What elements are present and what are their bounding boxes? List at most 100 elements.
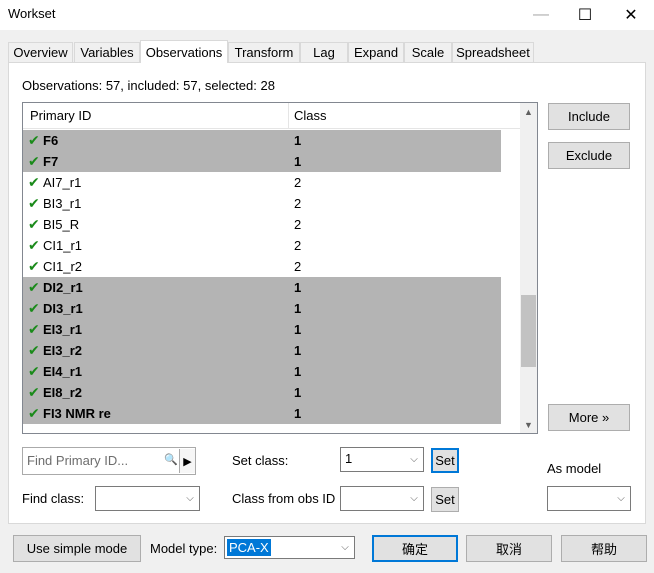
cancel-button[interactable]: 取消	[466, 535, 552, 562]
row-class: 2	[294, 238, 302, 253]
list-row[interactable]: ✔ EI3_r2 1	[23, 340, 501, 361]
list-row[interactable]: ✔ AI7_r1 2	[23, 172, 501, 193]
row-class: 1	[294, 406, 302, 421]
included-check-icon: ✔	[28, 237, 40, 253]
set-class-value: 1	[345, 451, 353, 466]
included-check-icon: ✔	[28, 174, 40, 190]
more-button[interactable]: More »	[548, 404, 630, 431]
go-arrow-icon[interactable]: ▶	[179, 449, 195, 473]
chevron-down-icon[interactable]: ⌵	[181, 487, 199, 510]
find-class-combo[interactable]: ⌵	[95, 486, 200, 511]
tab-expand[interactable]: Expand	[348, 42, 404, 62]
column-divider[interactable]	[288, 103, 289, 128]
row-class: 2	[294, 196, 302, 211]
tab-spreadsheet[interactable]: Spreadsheet	[452, 42, 534, 62]
tab-transform[interactable]: Transform	[228, 42, 300, 62]
as-model-label: As model	[547, 461, 602, 476]
observation-list[interactable]: Primary ID Class ✔ F6 1 ✔ F7 1 ✔ AI7_r1 2 ✔ BI3_r1…	[22, 102, 538, 434]
list-row[interactable]: ✔ DI2_r1 1	[23, 277, 501, 298]
scroll-up-icon[interactable]: ▲	[520, 103, 537, 120]
tab-overview[interactable]: Overview	[8, 42, 73, 62]
model-type-label: Model type:	[150, 541, 218, 556]
as-model-combo[interactable]: ⌵	[547, 486, 631, 511]
scrollbar-thumb[interactable]	[521, 294, 536, 367]
row-primary-id: AI7_r1	[43, 175, 82, 190]
tab-observations[interactable]: Observations	[140, 40, 228, 63]
included-check-icon: ✔	[28, 363, 40, 379]
row-primary-id: FI3 NMR re	[43, 406, 111, 421]
row-class: 2	[294, 259, 302, 274]
included-check-icon: ✔	[28, 258, 40, 274]
included-check-icon: ✔	[28, 195, 40, 211]
chevron-down-icon[interactable]: ⌵	[612, 487, 630, 510]
observations-summary: Observations: 57, included: 57, selected…	[22, 78, 275, 93]
set-class-label: Set class:	[232, 453, 289, 468]
row-class: 2	[294, 175, 302, 190]
close-icon[interactable]: ✕	[608, 0, 654, 30]
minimize-icon[interactable]: —	[518, 0, 564, 30]
column-header-class[interactable]: Class	[294, 108, 327, 123]
list-row[interactable]: ✔ CI1_r2 2	[23, 256, 501, 277]
included-check-icon: ✔	[28, 384, 40, 400]
list-row[interactable]: ✔ EI4_r1 1	[23, 361, 501, 382]
included-check-icon: ✔	[28, 300, 40, 316]
class-from-obs-set-button[interactable]: Set	[431, 487, 459, 512]
model-type-combo[interactable]: PCA-X ⌵	[224, 536, 355, 559]
row-class: 1	[294, 133, 302, 148]
included-check-icon: ✔	[28, 216, 40, 232]
row-primary-id: F7	[43, 154, 59, 169]
row-primary-id: EI3_r2	[43, 343, 83, 358]
find-primary-id-input[interactable]: Find Primary ID...	[27, 453, 128, 468]
find-primary-id-box[interactable]: Find Primary ID... 🔍 ▶	[22, 447, 196, 475]
list-row[interactable]: ✔ DI3_r1 1	[23, 298, 501, 319]
column-header-primary-id[interactable]: Primary ID	[30, 108, 91, 123]
row-class: 1	[294, 364, 302, 379]
row-primary-id: CI1_r2	[43, 259, 83, 274]
chevron-down-icon[interactable]: ⌵	[405, 448, 423, 471]
row-primary-id: BI3_r1	[43, 196, 82, 211]
included-check-icon: ✔	[28, 321, 40, 337]
class-from-obs-combo[interactable]: ⌵	[340, 486, 424, 511]
tab-lag[interactable]: Lag	[300, 42, 348, 62]
tab-bar: Overview Variables Observations Transfor…	[8, 40, 648, 63]
list-row[interactable]: ✔ FI3 NMR re 1	[23, 403, 501, 424]
list-row[interactable]: ✔ BI5_R 2	[23, 214, 501, 235]
maximize-icon[interactable]: ☐	[562, 0, 608, 30]
find-class-label: Find class:	[22, 491, 85, 506]
row-class: 1	[294, 343, 302, 358]
class-from-obs-label: Class from obs ID	[232, 491, 336, 506]
included-check-icon: ✔	[28, 132, 40, 148]
list-row[interactable]: ✔ BI3_r1 2	[23, 193, 501, 214]
included-check-icon: ✔	[28, 342, 40, 358]
tab-variables[interactable]: Variables	[74, 42, 140, 62]
list-row[interactable]: ✔ CI1_r1 2	[23, 235, 501, 256]
ok-button[interactable]: 确定	[372, 535, 458, 562]
included-check-icon: ✔	[28, 405, 40, 421]
search-icon[interactable]: 🔍	[164, 453, 178, 466]
set-class-button[interactable]: Set	[431, 448, 459, 473]
tab-scale[interactable]: Scale	[404, 42, 452, 62]
list-row[interactable]: ✔ EI8_r2 1	[23, 382, 501, 403]
row-primary-id: DI3_r1	[43, 301, 83, 316]
list-row[interactable]: ✔ EI3_r1 1	[23, 319, 501, 340]
help-button[interactable]: 帮助	[561, 535, 647, 562]
row-class: 1	[294, 154, 302, 169]
window-title: Workset	[8, 6, 56, 21]
row-primary-id: F6	[43, 133, 59, 148]
vertical-scrollbar[interactable]: ▲ ▼	[520, 103, 537, 433]
use-simple-mode-button[interactable]: Use simple mode	[13, 535, 141, 562]
chevron-down-icon[interactable]: ⌵	[336, 537, 354, 558]
exclude-button[interactable]: Exclude	[548, 142, 630, 169]
list-row[interactable]: ✔ F6 1	[23, 130, 501, 151]
row-primary-id: EI3_r1	[43, 322, 83, 337]
row-primary-id: CI1_r1	[43, 238, 83, 253]
row-primary-id: EI4_r1	[43, 364, 83, 379]
set-class-combo[interactable]: 1 ⌵	[340, 447, 424, 472]
include-button[interactable]: Include	[548, 103, 630, 130]
scroll-down-icon[interactable]: ▼	[520, 416, 537, 433]
row-class: 2	[294, 217, 302, 232]
row-primary-id: EI8_r2	[43, 385, 83, 400]
row-class: 1	[294, 322, 302, 337]
list-row[interactable]: ✔ F7 1	[23, 151, 501, 172]
chevron-down-icon[interactable]: ⌵	[405, 487, 423, 510]
